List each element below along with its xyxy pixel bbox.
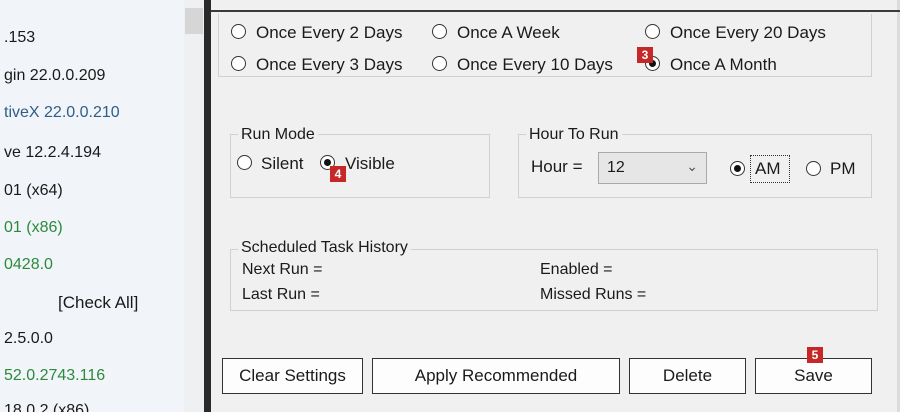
check-all-link[interactable]: [Check All] [58, 293, 138, 313]
list-item[interactable]: ve 12.2.4.194 [4, 144, 101, 162]
label-once-a-week: Once A Week [457, 23, 560, 42]
hour-label: Hour = [531, 157, 583, 176]
list-item[interactable]: 01 (x86) [4, 219, 63, 237]
label-every-10-days: Once Every 10 Days [457, 55, 613, 74]
radio-every-3-days[interactable] [231, 56, 246, 71]
radio-every-10-days[interactable] [432, 56, 447, 71]
left-scrollbar-thumb[interactable] [185, 8, 203, 34]
radio-silent[interactable] [237, 155, 252, 170]
label-every-3-days: Once Every 3 Days [256, 55, 403, 74]
label-once-a-month: Once A Month [670, 55, 777, 74]
label-silent: Silent [261, 154, 304, 173]
apply-recommended-button[interactable]: Apply Recommended [372, 358, 620, 394]
list-item[interactable]: tiveX 22.0.0.210 [4, 104, 120, 122]
hour-to-run-title: Hour To Run [526, 125, 622, 145]
top-border [211, 10, 900, 12]
enabled-label: Enabled = [540, 261, 613, 278]
clear-settings-button[interactable]: Clear Settings [222, 358, 363, 394]
label-every-20-days: Once Every 20 Days [670, 23, 826, 42]
step-badge-4: 4 [330, 166, 346, 182]
missed-runs-label: Missed Runs = [540, 286, 647, 303]
hour-value: 12 [607, 159, 625, 176]
list-item[interactable]: 18.0.2 (x86) [4, 402, 89, 412]
next-run-label: Next Run = [242, 261, 323, 278]
radio-pm[interactable] [806, 161, 821, 176]
last-run-label: Last Run = [242, 286, 320, 303]
label-pm: PM [830, 159, 856, 178]
radio-every-20-days[interactable] [645, 24, 660, 39]
radio-am[interactable] [730, 161, 745, 176]
step-badge-3: 3 [637, 47, 653, 63]
chevron-down-icon: ⌄ [686, 158, 698, 174]
list-item[interactable]: .153 [4, 29, 35, 47]
list-item[interactable]: 0428.0 [4, 256, 53, 274]
radio-once-a-week[interactable] [432, 24, 447, 39]
list-item[interactable]: 2.5.0.0 [4, 330, 53, 348]
step-badge-5: 5 [807, 347, 823, 363]
delete-button[interactable]: Delete [629, 358, 746, 394]
label-visible: Visible [345, 154, 395, 173]
radio-every-2-days[interactable] [231, 24, 246, 39]
run-mode-title: Run Mode [238, 125, 318, 145]
left-scrollbar[interactable] [184, 0, 204, 412]
program-list-pane: .153 gin 22.0.0.209 tiveX 22.0.0.210 ve … [0, 0, 204, 412]
list-item[interactable]: 01 (x64) [4, 182, 63, 200]
list-item[interactable]: gin 22.0.0.209 [4, 67, 105, 85]
task-history-title: Scheduled Task History [238, 238, 411, 258]
list-item[interactable]: 52.0.2743.116 [4, 367, 105, 385]
label-every-2-days: Once Every 2 Days [256, 23, 403, 42]
label-am: AM [755, 159, 781, 178]
pane-divider[interactable] [204, 0, 211, 412]
save-button[interactable]: Save [755, 358, 872, 394]
hour-dropdown[interactable]: 12 ⌄ [598, 152, 707, 184]
